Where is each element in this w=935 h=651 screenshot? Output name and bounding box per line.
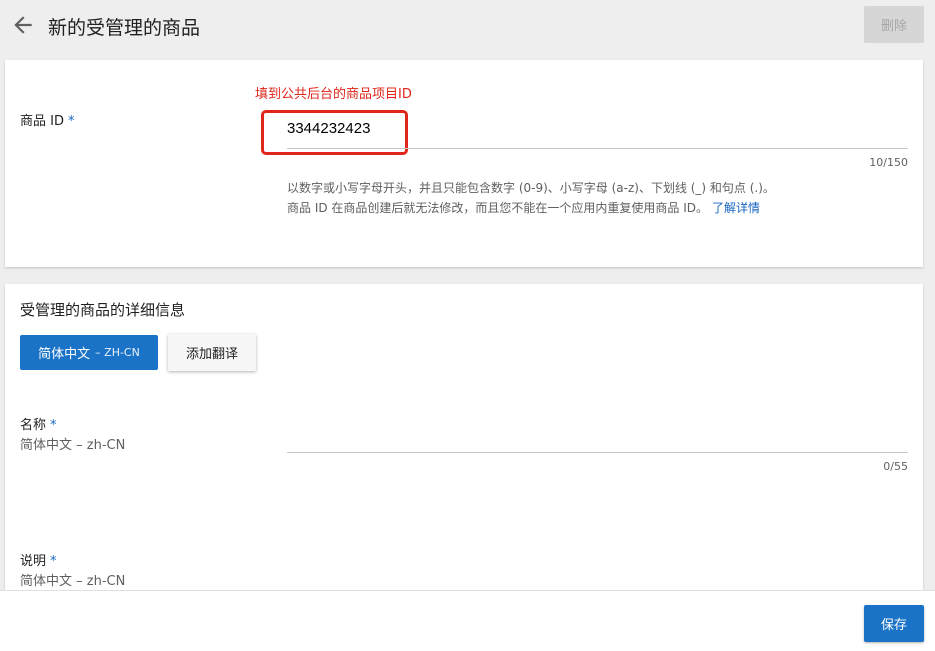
language-tab-zh-cn[interactable]: 简体中文 – ZH-CN	[20, 335, 158, 370]
description-label: 说明 *	[20, 554, 57, 569]
name-counter: 0/55	[883, 460, 908, 473]
add-translation-button[interactable]: 添加翻译	[168, 334, 256, 371]
required-mark: *	[67, 114, 75, 129]
annotation-text: 填到公共后台的商品项目ID	[255, 87, 412, 102]
description-language-sublabel: 简体中文 – zh-CN	[20, 574, 126, 589]
footer-bar: 保存	[0, 590, 935, 651]
details-card: 受管理的商品的详细信息 简体中文 – ZH-CN 添加翻译 名称 * 简体中文 – …	[5, 284, 923, 614]
name-label: 名称 *	[20, 418, 57, 433]
delete-button[interactable]: 删除	[864, 6, 924, 43]
details-section-title: 受管理的商品的详细信息	[20, 301, 186, 319]
help-line-1: 以数字或小写字母开头，并且只能包含数字 (0-9)、小写字母 (a-z)、下划线…	[287, 181, 775, 195]
product-id-card: 商品 ID* 填到公共后台的商品项目ID 10/150 以数字或小写字母开头，并…	[5, 60, 923, 267]
arrow-back-icon	[14, 16, 32, 34]
learn-more-link[interactable]: 了解详情	[712, 201, 760, 215]
page-title: 新的受管理的商品	[48, 17, 201, 39]
product-id-label: 商品 ID *	[20, 114, 75, 129]
product-id-underline	[287, 148, 908, 149]
required-mark: *	[50, 418, 57, 433]
save-button[interactable]: 保存	[864, 605, 924, 642]
description-input[interactable]	[287, 568, 908, 584]
top-bar: 新的受管理的商品 删除	[0, 0, 935, 54]
product-id-help: 以数字或小写字母开头，并且只能包含数字 (0-9)、小写字母 (a-z)、下划线…	[287, 178, 775, 218]
back-button[interactable]	[10, 12, 36, 38]
product-id-counter: 10/150	[869, 156, 908, 169]
name-underline	[287, 452, 908, 453]
help-line-2: 商品 ID 在商品创建后就无法修改，而且您不能在一个应用内重复使用商品 ID。了…	[287, 201, 761, 215]
required-mark: *	[50, 554, 57, 569]
name-input[interactable]	[287, 432, 908, 448]
name-language-sublabel: 简体中文 – zh-CN	[20, 438, 126, 453]
